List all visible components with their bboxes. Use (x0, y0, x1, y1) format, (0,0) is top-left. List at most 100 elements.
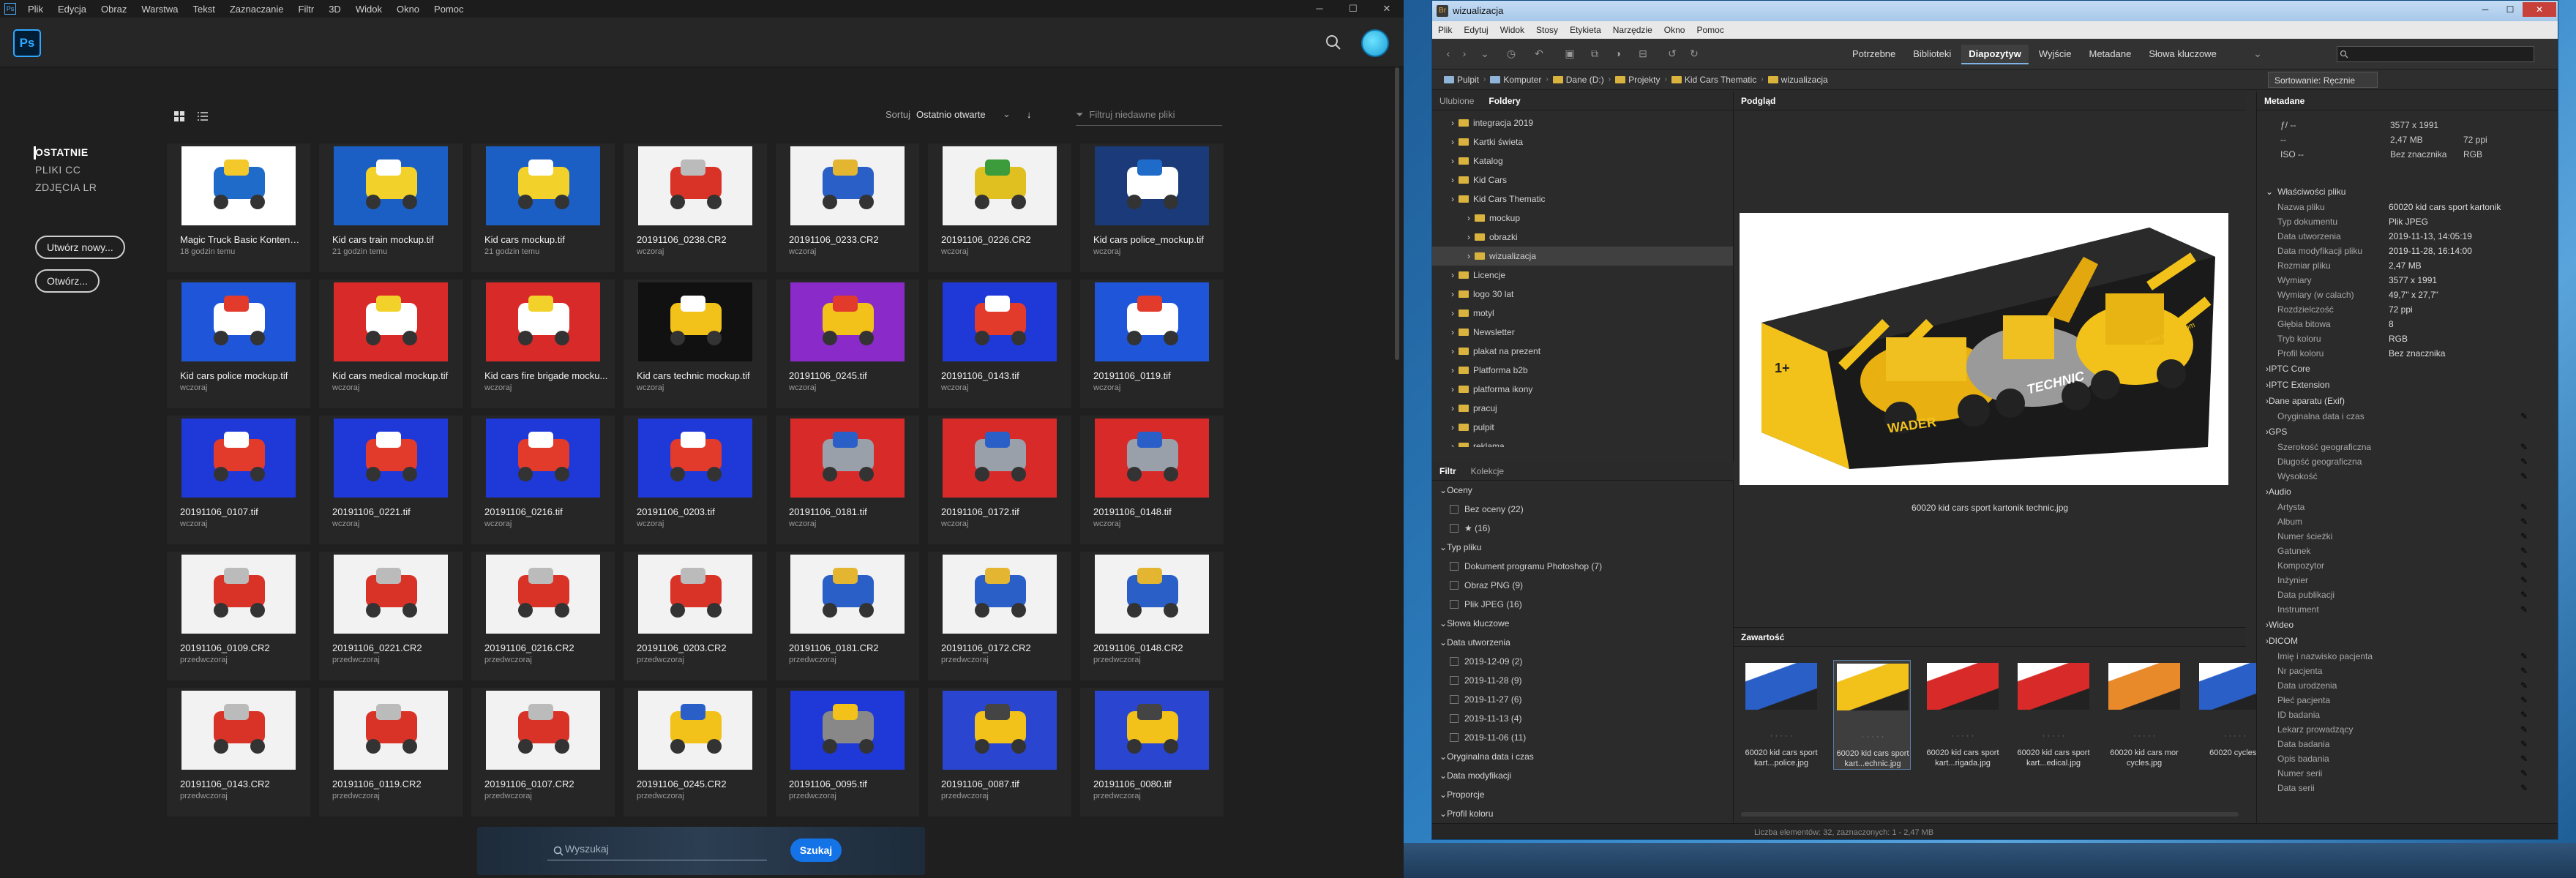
checkbox[interactable] (1450, 562, 1459, 571)
folder-tree-item[interactable]: › Licencje (1432, 266, 1733, 285)
folder-tree-item[interactable]: › Kartki świeta (1432, 132, 1733, 151)
recent-file-card[interactable]: Kid cars fire brigade mocku... wczoraj (471, 279, 615, 408)
menu-item[interactable]: 3D (321, 4, 348, 15)
menu-item[interactable]: Edycja (50, 4, 94, 15)
chevron-right-icon[interactable]: › (1451, 384, 1454, 394)
close-button[interactable]: ✕ (1370, 0, 1404, 18)
metadata-section[interactable]: › Audio (2257, 484, 2558, 500)
chevron-down-icon[interactable]: ⌄ (2252, 48, 2264, 59)
menu-item[interactable]: Warstwa (134, 4, 185, 15)
edit-pencil-icon[interactable]: ✎ (2520, 575, 2528, 585)
metadata-section[interactable]: › IPTC Core (2257, 361, 2558, 377)
folder-tree-item[interactable]: › Platforma b2b (1432, 361, 1733, 380)
edit-pencil-icon[interactable]: ✎ (2520, 783, 2528, 793)
edit-pencil-icon[interactable]: ✎ (2520, 666, 2528, 676)
folder-tree-item[interactable]: › Kid Cars (1432, 170, 1733, 190)
list-view-icon[interactable] (196, 110, 209, 123)
chevron-right-icon[interactable]: › (1467, 232, 1470, 242)
edit-pencil-icon[interactable]: ✎ (2520, 604, 2528, 615)
metadata-section[interactable]: › Dane aparatu (Exif) (2257, 393, 2558, 409)
filter-option[interactable]: Obraz PNG (9) (1432, 576, 1734, 595)
recent-file-card[interactable]: 20191106_0119.CR2 przedwczoraj (319, 688, 463, 817)
recent-file-card[interactable]: 20191106_0107.tif wczoraj (167, 416, 310, 544)
menu-item[interactable]: Narzędzie (1607, 25, 1658, 35)
section-file-properties[interactable]: ⌄ Właściwości pliku (2257, 184, 2558, 200)
panel-tab[interactable]: Ulubione (1432, 96, 1481, 106)
search-input[interactable] (2337, 46, 2534, 62)
recent-file-card[interactable]: 20191106_0109.CR2 przedwczoraj (167, 552, 310, 680)
checkbox[interactable] (1450, 657, 1459, 666)
checkbox[interactable] (1450, 733, 1459, 742)
sort-select[interactable]: Sortowanie: Ręcznie (2268, 72, 2378, 88)
recent-file-card[interactable]: 20191106_0221.CR2 przedwczoraj (319, 552, 463, 680)
chevron-right-icon[interactable]: › (1467, 251, 1470, 261)
sort-direction-icon[interactable]: ↓ (1027, 109, 1032, 120)
folder-tree-item[interactable]: › motyl (1432, 304, 1733, 323)
menu-item[interactable]: Stosy (1530, 25, 1564, 35)
open-button[interactable]: Otwórz... (35, 269, 100, 293)
rating-stars[interactable]: · · · · · (2015, 732, 2092, 740)
folder-tree-item[interactable]: › Kid Cars Thematic (1432, 190, 1733, 209)
chevron-right-icon[interactable]: › (1451, 270, 1454, 280)
recent-file-card[interactable]: Kid cars train mockup.tif 21 godzin temu (319, 143, 463, 272)
recent-file-card[interactable]: 20191106_0172.CR2 przedwczoraj (928, 552, 1071, 680)
rating-stars[interactable]: · · · · · (1924, 732, 2002, 740)
filter-section[interactable]: ⌄ Oryginalna data i czas (1432, 747, 1734, 766)
chevron-right-icon[interactable]: › (1451, 137, 1454, 147)
recent-file-card[interactable]: Kid cars medical mockup.tif wczoraj (319, 279, 463, 408)
recent-file-card[interactable]: Kid cars technic mockup.tif wczoraj (624, 279, 767, 408)
recent-file-card[interactable]: 20191106_0087.tif przedwczoraj (928, 688, 1071, 817)
rating-stars[interactable]: · · · · · (2105, 732, 2183, 740)
menu-item[interactable]: Okno (1658, 25, 1691, 35)
filter-option[interactable]: 2019-11-28 (9) (1432, 671, 1734, 690)
breadcrumb-item[interactable]: Kid Cars Thematic (1671, 75, 1756, 85)
rating-stars[interactable]: · · · · · (1834, 732, 1912, 741)
boomerang-icon[interactable]: ↶ (1533, 48, 1545, 59)
menu-item[interactable]: Widok (1494, 25, 1530, 35)
recent-file-card[interactable]: 20191106_0226.CR2 wczoraj (928, 143, 1071, 272)
rotate-right-icon[interactable]: ↻ (1688, 48, 1700, 59)
filter-section[interactable]: ⌄ Data utworzenia (1432, 633, 1734, 652)
folder-tree-item[interactable]: › mockup (1432, 209, 1733, 228)
preview-image[interactable] (1740, 213, 2228, 485)
filter-section[interactable]: ⌄ Proporcje (1432, 785, 1734, 804)
edit-pencil-icon[interactable]: ✎ (2520, 724, 2528, 735)
edit-pencil-icon[interactable]: ✎ (2520, 531, 2528, 541)
workspace-tab[interactable]: Diapozytyw (1961, 45, 2029, 64)
panel-tab[interactable]: Kolekcje (1464, 466, 1511, 476)
minimize-button[interactable]: ─ (2473, 2, 2498, 17)
chevron-right-icon[interactable]: › (1451, 175, 1454, 185)
edit-pencil-icon[interactable]: ✎ (2520, 739, 2528, 749)
metadata-section[interactable]: › Wideo (2257, 617, 2558, 633)
menu-item[interactable]: Edytuj (1458, 25, 1494, 35)
folder-tree-item[interactable]: › pracuj (1432, 399, 1733, 418)
output-icon[interactable]: ⊟ (1637, 48, 1649, 59)
edit-pencil-icon[interactable]: ✎ (2520, 754, 2528, 764)
recent-file-card[interactable]: 20191106_0203.tif wczoraj (624, 416, 767, 544)
content-thumbnail[interactable]: · · · · · 60020 kid cars sport kart...pol… (1742, 660, 1820, 770)
breadcrumb-item[interactable]: Komputer (1490, 75, 1541, 85)
edit-pencil-icon[interactable]: ✎ (2520, 517, 2528, 527)
chevron-right-icon[interactable]: › (1451, 327, 1454, 337)
folder-tree-item[interactable]: › obrazki (1432, 228, 1733, 247)
recent-file-card[interactable]: 20191106_0148.tif wczoraj (1080, 416, 1224, 544)
recent-file-card[interactable]: 20191106_0148.CR2 przedwczoraj (1080, 552, 1224, 680)
recent-file-card[interactable]: 20191106_0143.CR2 przedwczoraj (167, 688, 310, 817)
chevron-right-icon[interactable]: › (1451, 194, 1454, 204)
recent-file-card[interactable]: 20191106_0119.tif wczoraj (1080, 279, 1224, 408)
metadata-section[interactable]: › GPS (2257, 424, 2558, 440)
chevron-right-icon[interactable]: › (1451, 156, 1454, 166)
edit-pencil-icon[interactable]: ✎ (2520, 442, 2528, 452)
workspace-tab[interactable]: Potrzebne (1845, 45, 1903, 64)
filter-option[interactable]: Plik JPEG (16) (1432, 595, 1734, 614)
checkbox[interactable] (1450, 524, 1459, 533)
edit-pencil-icon[interactable]: ✎ (2520, 680, 2528, 691)
metadata-section[interactable]: › IPTC Extension (2257, 377, 2558, 393)
recent-file-card[interactable]: 20191106_0221.tif wczoraj (319, 416, 463, 544)
tab-metadata[interactable]: Metadane (2257, 96, 2312, 106)
filter-option[interactable]: Bez oceny (22) (1432, 500, 1734, 519)
recent-file-card[interactable]: 20191106_0107.CR2 przedwczoraj (471, 688, 615, 817)
content-thumbnail[interactable]: · · · · · 60020 kid cars sport kart...edi… (2015, 660, 2092, 770)
rotate-left-icon[interactable]: ↺ (1666, 48, 1678, 59)
recent-file-card[interactable]: 20191106_0245.tif wczoraj (776, 279, 919, 408)
